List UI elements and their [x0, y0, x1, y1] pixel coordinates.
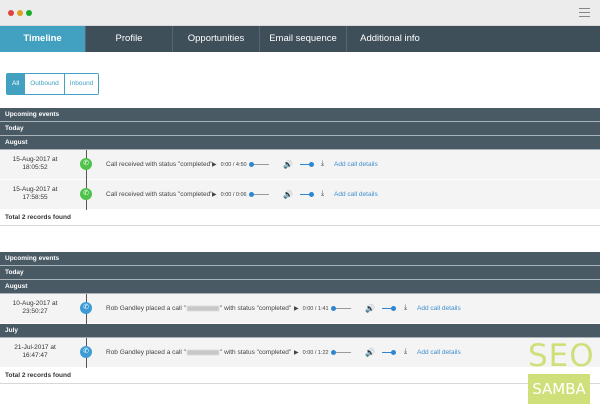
- audio-player: ▶ 0:00 / 1:41: [294, 305, 351, 312]
- tab-opportunities[interactable]: Opportunities: [173, 26, 260, 52]
- play-icon[interactable]: ▶: [212, 191, 217, 198]
- volume-icon[interactable]: 🔊: [283, 160, 293, 169]
- direction-filter: All Outbound Inbound: [6, 73, 100, 95]
- download-icon[interactable]: ⤓: [321, 160, 324, 168]
- event-datetime: 15-Aug-2017 at 17:58:55: [12, 186, 58, 201]
- month-header-august: August: [0, 280, 600, 294]
- event-datetime: 21-Jul-2017 at 16:47:47: [14, 344, 56, 359]
- volume-knob[interactable]: [391, 350, 396, 355]
- seek-bar[interactable]: [330, 306, 351, 311]
- today-header: Today: [0, 266, 600, 280]
- volume-icon[interactable]: 🔊: [283, 190, 293, 199]
- player-time: 0:00 / 4:50: [220, 161, 247, 168]
- incoming-call-icon: ✆: [80, 188, 92, 200]
- close-window-button[interactable]: [8, 10, 14, 16]
- minimize-window-button[interactable]: [17, 10, 23, 16]
- tab-email-sequence[interactable]: Email sequence: [260, 26, 347, 52]
- outgoing-call-icon: ✆: [80, 302, 92, 314]
- download-icon[interactable]: ⤓: [404, 304, 407, 312]
- watermark-logo: SAMBA: [528, 374, 590, 404]
- redacted-number: [187, 305, 219, 311]
- upcoming-events-header: Upcoming events: [0, 108, 600, 122]
- tab-bar: Timeline Profile Opportunities Email seq…: [0, 26, 600, 52]
- filter-inbound-button[interactable]: Inbound: [64, 74, 99, 94]
- download-icon[interactable]: ⤓: [404, 348, 407, 356]
- tab-timeline[interactable]: Timeline: [0, 26, 86, 52]
- month-header-august: August: [0, 136, 600, 150]
- volume-knob[interactable]: [309, 192, 314, 197]
- window-titlebar: [0, 0, 600, 26]
- timeline-section-2: Upcoming events Today August 10-Aug-2017…: [0, 252, 600, 384]
- play-icon[interactable]: ▶: [294, 305, 299, 312]
- audio-player: ▶ 0:00 / 4:50: [212, 161, 269, 168]
- watermark-logo: SEO: [528, 338, 595, 374]
- audio-player: ▶ 0:00 / 1:22: [294, 349, 351, 356]
- today-header: Today: [0, 122, 600, 136]
- maximize-window-button[interactable]: [26, 10, 32, 16]
- volume-icon[interactable]: 🔊: [365, 304, 375, 313]
- records-total: Total 2 records found: [0, 210, 600, 226]
- volume-knob[interactable]: [309, 162, 314, 167]
- add-call-details-link[interactable]: Add call details: [417, 349, 461, 356]
- timeline-row: 15-Aug-2017 at 18:05:52 ✆ Call received w…: [0, 150, 600, 180]
- menu-icon[interactable]: [579, 8, 590, 17]
- play-icon[interactable]: ▶: [212, 161, 217, 168]
- outgoing-call-icon: ✆: [80, 346, 92, 358]
- filter-all-button[interactable]: All: [7, 74, 26, 94]
- tab-profile[interactable]: Profile: [86, 26, 173, 52]
- event-description: Call received with status "completed": [106, 191, 213, 198]
- player-time: 0:00 / 1:22: [302, 349, 329, 356]
- event-description: Rob Gandley placed a call " " with status…: [106, 349, 292, 356]
- player-time: 0:00 / 0:06: [220, 191, 247, 198]
- volume-icon[interactable]: 🔊: [365, 348, 375, 357]
- add-call-details-link[interactable]: Add call details: [334, 161, 378, 168]
- volume-knob[interactable]: [391, 306, 396, 311]
- records-total: Total 2 records found: [0, 368, 600, 384]
- filter-outbound-button[interactable]: Outbound: [25, 74, 65, 94]
- add-call-details-link[interactable]: Add call details: [417, 305, 461, 312]
- seek-bar[interactable]: [248, 192, 269, 197]
- timeline-row: 21-Jul-2017 at 16:47:47 ✆ Rob Gandley pla…: [0, 338, 600, 368]
- redacted-number: [187, 349, 219, 355]
- event-datetime: 10-Aug-2017 at 23:50:27: [12, 300, 58, 315]
- seek-bar[interactable]: [248, 162, 269, 167]
- upcoming-events-header: Upcoming events: [0, 252, 600, 266]
- timeline-section-1: Upcoming events Today August 15-Aug-2017…: [0, 108, 600, 226]
- seek-bar[interactable]: [330, 350, 351, 355]
- month-header-july: July: [0, 324, 600, 338]
- add-call-details-link[interactable]: Add call details: [334, 191, 378, 198]
- incoming-call-icon: ✆: [80, 158, 92, 170]
- tab-additional-info[interactable]: Additional info: [347, 26, 433, 52]
- event-description: Rob Gandley placed a call " " with status…: [106, 305, 292, 312]
- event-datetime: 15-Aug-2017 at 18:05:52: [12, 156, 58, 171]
- timeline-row: 10-Aug-2017 at 23:50:27 ✆ Rob Gandley pla…: [0, 294, 600, 324]
- audio-player: ▶ 0:00 / 0:06: [212, 191, 269, 198]
- download-icon[interactable]: ⤓: [321, 190, 324, 198]
- timeline-row: 15-Aug-2017 at 17:58:55 ✆ Call received w…: [0, 180, 600, 210]
- event-description: Call received with status "completed": [106, 161, 213, 168]
- play-icon[interactable]: ▶: [294, 349, 299, 356]
- player-time: 0:00 / 1:41: [302, 305, 329, 312]
